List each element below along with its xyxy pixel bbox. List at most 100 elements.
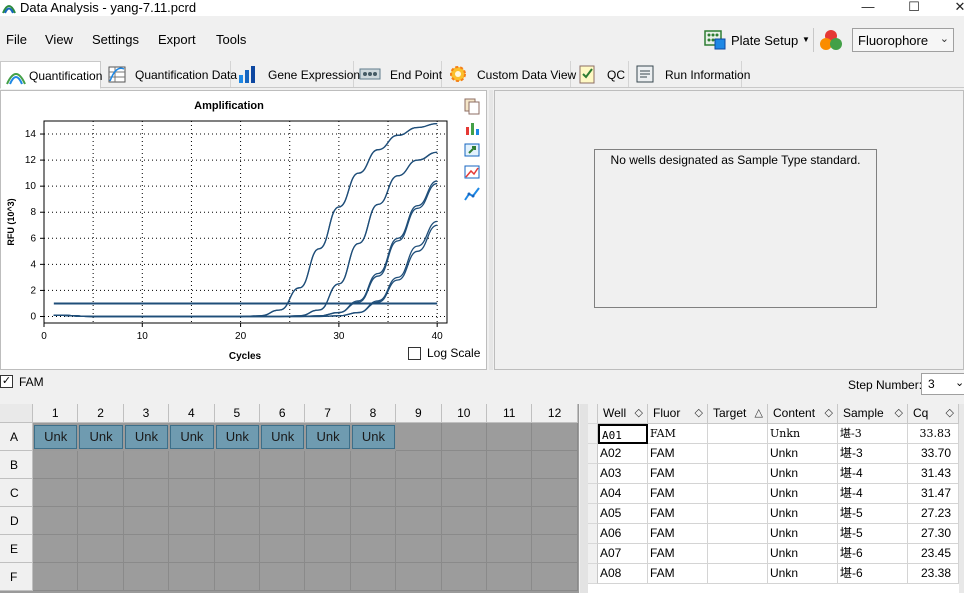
plate-well[interactable]: Unk (34, 425, 78, 449)
step-number-dropdown[interactable]: 3 ⌄ (921, 373, 964, 395)
table-cell-content[interactable]: Unkn (768, 424, 838, 444)
plate-well[interactable] (487, 507, 533, 535)
plate-well[interactable] (214, 451, 260, 479)
table-cell-content[interactable]: Unkn (768, 564, 838, 584)
table-cell-well[interactable]: A08 (598, 564, 648, 584)
table-cell-fluor[interactable]: FAM (648, 424, 708, 444)
plate-column-header[interactable]: 3 (123, 404, 170, 423)
menu-view[interactable]: View (45, 32, 73, 47)
export-chart-icon[interactable] (463, 141, 481, 159)
plate-well[interactable] (396, 423, 442, 451)
table-cell-sample[interactable]: 堪-4 (838, 464, 908, 484)
column-header-fluor[interactable]: Fluor ◇ (648, 404, 708, 424)
table-cell-cq[interactable]: 23.38 (908, 564, 959, 584)
plate-well[interactable] (169, 451, 215, 479)
plate-column-header[interactable]: 11 (487, 404, 533, 423)
table-cell-sample[interactable]: 堪-3 (838, 424, 908, 444)
plate-well[interactable] (123, 507, 170, 535)
plate-column-header[interactable]: 9 (396, 404, 442, 423)
plate-well[interactable] (350, 535, 397, 563)
table-cell-sample[interactable]: 堪-5 (838, 524, 908, 544)
table-cell-fluor[interactable]: FAM (648, 524, 708, 544)
table-cell-target[interactable] (708, 444, 768, 464)
column-header-sample[interactable]: Sample ◇ (838, 404, 908, 424)
table-cell-well[interactable]: A02 (598, 444, 648, 464)
table-cell-well[interactable]: A03 (598, 464, 648, 484)
plate-well[interactable] (78, 563, 124, 591)
row-selector[interactable] (588, 524, 598, 544)
plate-row-header[interactable]: C (0, 479, 33, 507)
plate-well[interactable] (33, 479, 79, 507)
plate-well[interactable] (441, 535, 487, 563)
table-cell-cq[interactable]: 33.70 (908, 444, 959, 464)
sort-icon[interactable]: ◇ (635, 404, 643, 423)
plate-well[interactable] (350, 507, 397, 535)
table-cell-content[interactable]: Unkn (768, 504, 838, 524)
color-circles-icon[interactable] (818, 28, 844, 52)
plate-well[interactable] (350, 479, 397, 507)
plate-well[interactable] (350, 451, 397, 479)
column-header-content[interactable]: Content ◇ (768, 404, 838, 424)
plate-well[interactable] (487, 535, 533, 563)
plate-well[interactable] (123, 451, 170, 479)
plate-column-header[interactable]: 1 (33, 404, 79, 423)
tab-quantification-data[interactable]: Quantification Data (102, 61, 237, 87)
table-cell-sample[interactable]: 堪-6 (838, 544, 908, 564)
plate-column-header[interactable]: 10 (441, 404, 487, 423)
menu-export[interactable]: Export (158, 32, 196, 47)
plate-well[interactable] (78, 451, 124, 479)
row-selector[interactable] (588, 504, 598, 524)
table-cell-cq[interactable]: 27.23 (908, 504, 959, 524)
table-cell-cq[interactable]: 31.43 (908, 464, 959, 484)
plate-well[interactable] (260, 479, 306, 507)
plate-well[interactable] (441, 563, 487, 591)
trend-line-icon[interactable] (463, 185, 481, 203)
plate-well[interactable] (260, 507, 306, 535)
chart-settings-icon[interactable] (463, 119, 481, 137)
column-header-cq[interactable]: Cq ◇ (908, 404, 959, 424)
sort-icon[interactable]: △ (755, 404, 763, 423)
plate-well[interactable]: Unk (79, 425, 123, 449)
plate-well[interactable] (169, 479, 215, 507)
plate-well[interactable] (214, 563, 260, 591)
plate-well[interactable] (396, 479, 442, 507)
plate-column-header[interactable]: 12 (532, 404, 578, 423)
tab-qc[interactable]: QC (572, 61, 629, 87)
table-cell-cq[interactable]: 27.30 (908, 524, 959, 544)
plate-well[interactable] (487, 451, 533, 479)
plate-well[interactable] (441, 507, 487, 535)
table-cell-target[interactable] (708, 504, 768, 524)
plate-well[interactable] (487, 423, 533, 451)
panel-splitter[interactable] (580, 404, 588, 593)
plate-well[interactable] (396, 451, 442, 479)
plate-well[interactable] (441, 423, 487, 451)
plate-well[interactable] (33, 535, 79, 563)
table-cell-target[interactable] (708, 544, 768, 564)
table-cell-content[interactable]: Unkn (768, 464, 838, 484)
plate-well[interactable] (260, 451, 306, 479)
plate-well[interactable] (441, 451, 487, 479)
plate-well[interactable] (78, 507, 124, 535)
tab-run-information[interactable]: Run Information (630, 61, 750, 87)
tab-quantification[interactable]: Quantification (0, 61, 102, 89)
fluorophore-dropdown[interactable]: Fluorophore ⌄ (852, 28, 954, 52)
table-cell-cq[interactable]: 31.47 (908, 484, 959, 504)
plate-well[interactable] (33, 451, 79, 479)
plate-well[interactable] (305, 535, 351, 563)
plate-well[interactable] (441, 479, 487, 507)
plate-well[interactable] (214, 507, 260, 535)
plate-well[interactable] (169, 535, 215, 563)
plate-well[interactable] (33, 563, 79, 591)
plate-column-header[interactable]: 5 (214, 404, 260, 423)
plate-well[interactable] (305, 563, 351, 591)
plate-row-header[interactable]: F (0, 563, 33, 591)
plate-well[interactable] (123, 479, 170, 507)
plate-well[interactable] (78, 479, 124, 507)
plate-column-header[interactable]: 7 (305, 404, 351, 423)
results-scrollbar[interactable] (959, 404, 964, 593)
plate-well[interactable] (487, 479, 533, 507)
table-cell-fluor[interactable]: FAM (648, 504, 708, 524)
table-cell-target[interactable] (708, 484, 768, 504)
copy-icon[interactable] (463, 97, 481, 115)
plate-well[interactable] (532, 451, 578, 479)
